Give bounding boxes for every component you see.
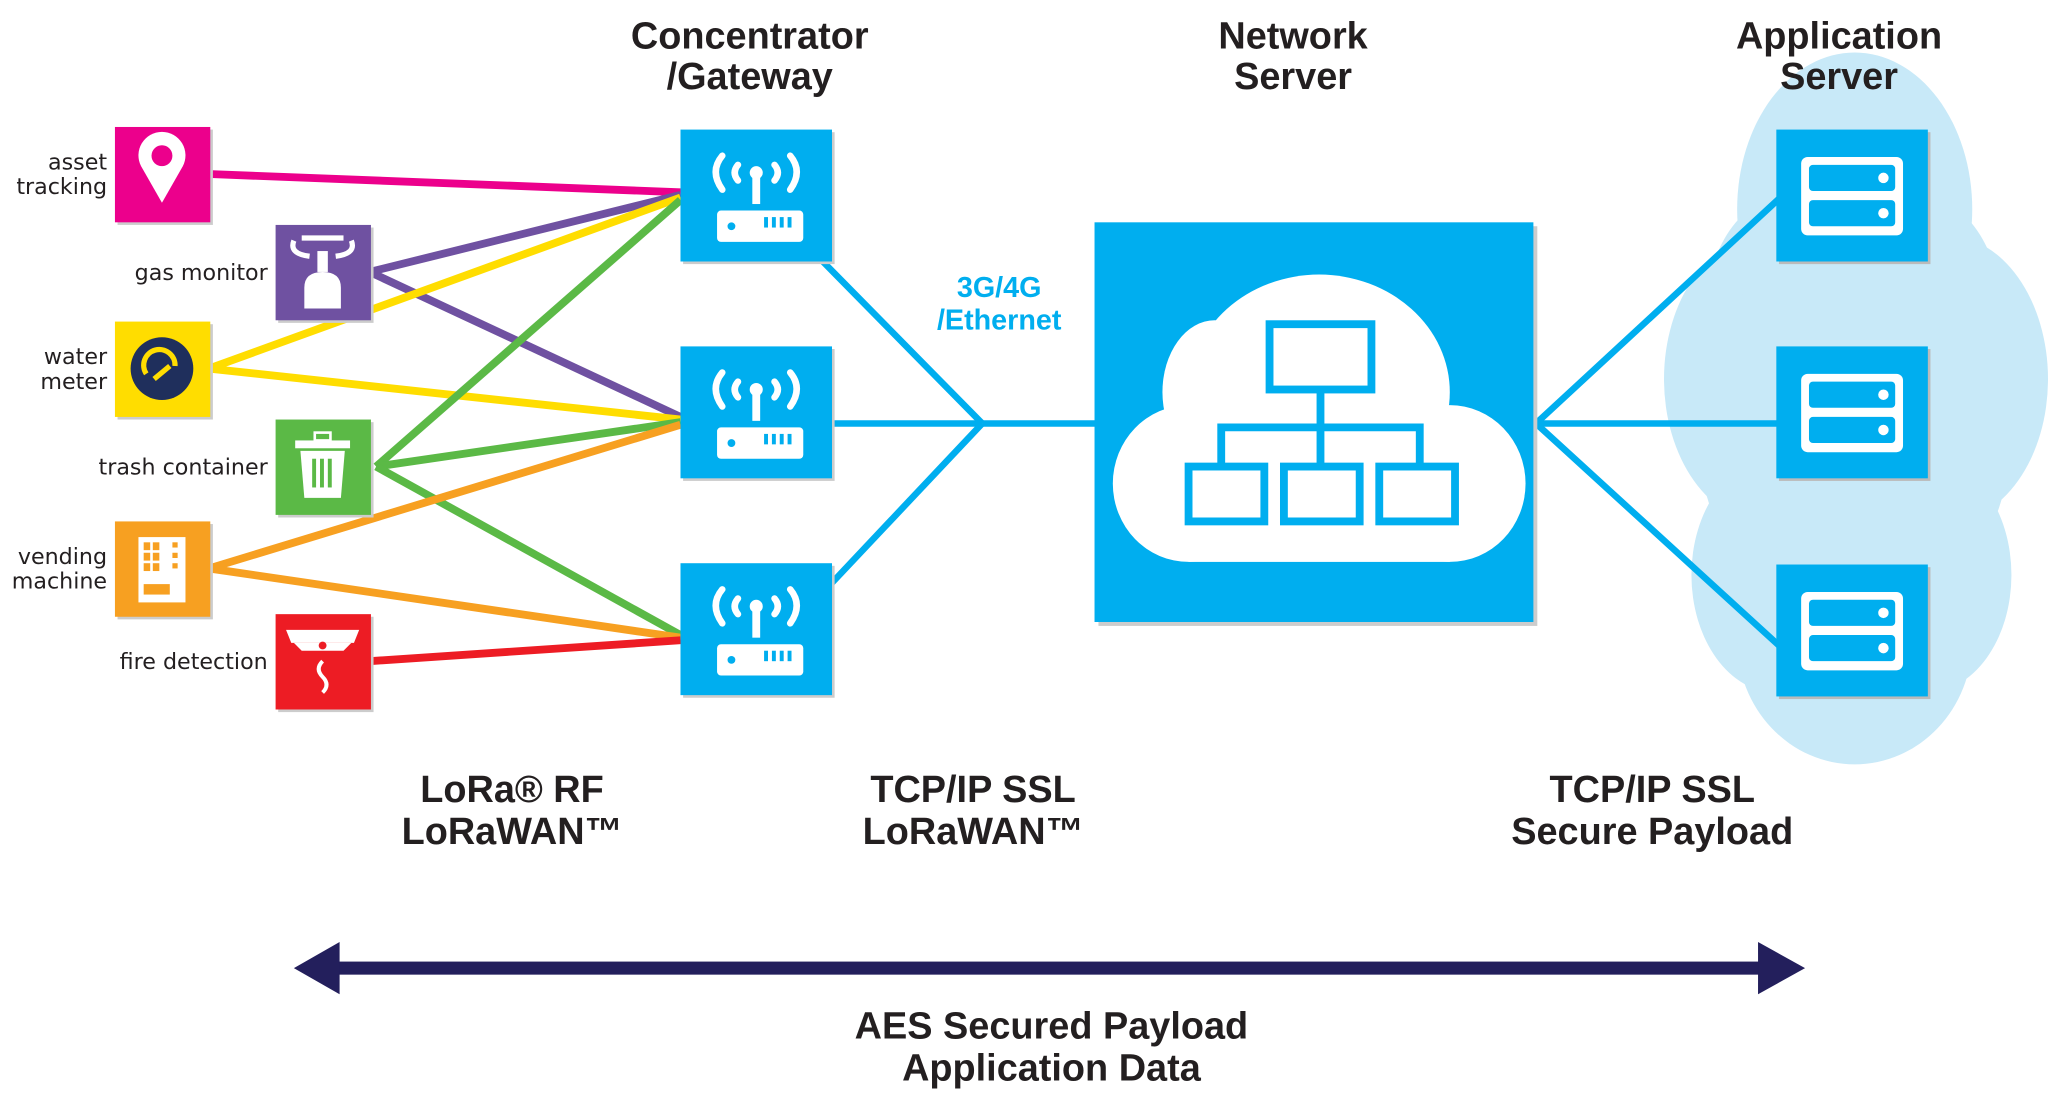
sensor-gauge[interactable]: water meter	[40, 321, 213, 420]
sensor-map-pin[interactable]: asset tracking	[16, 126, 213, 225]
sensor-label: trash container	[99, 454, 269, 480]
sensor-label: asset tracking	[16, 149, 107, 200]
application-server-icon[interactable]	[1776, 564, 1931, 700]
sensor-smoke-detector[interactable]: fire detection	[120, 614, 374, 713]
sensor-trash-can[interactable]: trash container	[99, 419, 374, 518]
gateway-icon[interactable]	[680, 563, 834, 698]
sensor-gas-canister[interactable]: gas monitor	[135, 224, 374, 323]
rf-link	[208, 170, 681, 197]
rf-link	[368, 191, 682, 276]
sensor-label: fire detection	[120, 649, 268, 675]
sensor-vending-machine[interactable]: vending machine	[12, 521, 213, 620]
rf-link	[208, 364, 681, 424]
header-gateway: Concentrator/Gateway	[631, 16, 869, 98]
sensor-label: water meter	[40, 344, 108, 395]
rf-link	[374, 463, 683, 639]
gateway-3-link	[829, 421, 985, 586]
vending-machine-icon	[138, 537, 186, 603]
network-server[interactable]	[1094, 222, 1538, 626]
sensor-label: gas monitor	[135, 260, 269, 286]
application-server-icon[interactable]	[1776, 129, 1931, 265]
backhaul-label: 3G/4G/Ethernet	[937, 272, 1062, 337]
protocol-gateway-network: TCP/IP SSL LoRaWAN™	[863, 769, 1084, 853]
protocol-network-application: TCP/IP SSL Secure Payload	[1511, 769, 1793, 853]
lorawan-architecture-diagram: Concentrator/Gateway Network Server Appli…	[12, 16, 2048, 1090]
application-server-icon[interactable]	[1776, 346, 1931, 481]
protocol-sensor-gateway: LoRa® RF LoRaWAN™	[402, 769, 623, 853]
gateway-icon[interactable]	[680, 130, 834, 265]
rf-link	[369, 636, 681, 666]
end-to-end-label: AES Secured Payload Application Data	[855, 1006, 1248, 1090]
header-network-server: Network Server	[1218, 16, 1368, 98]
gauge-icon	[130, 337, 194, 400]
sensor-label: vending machine	[12, 544, 107, 595]
gateway-icon[interactable]	[680, 346, 834, 481]
end-to-end-arrow	[293, 941, 1806, 995]
